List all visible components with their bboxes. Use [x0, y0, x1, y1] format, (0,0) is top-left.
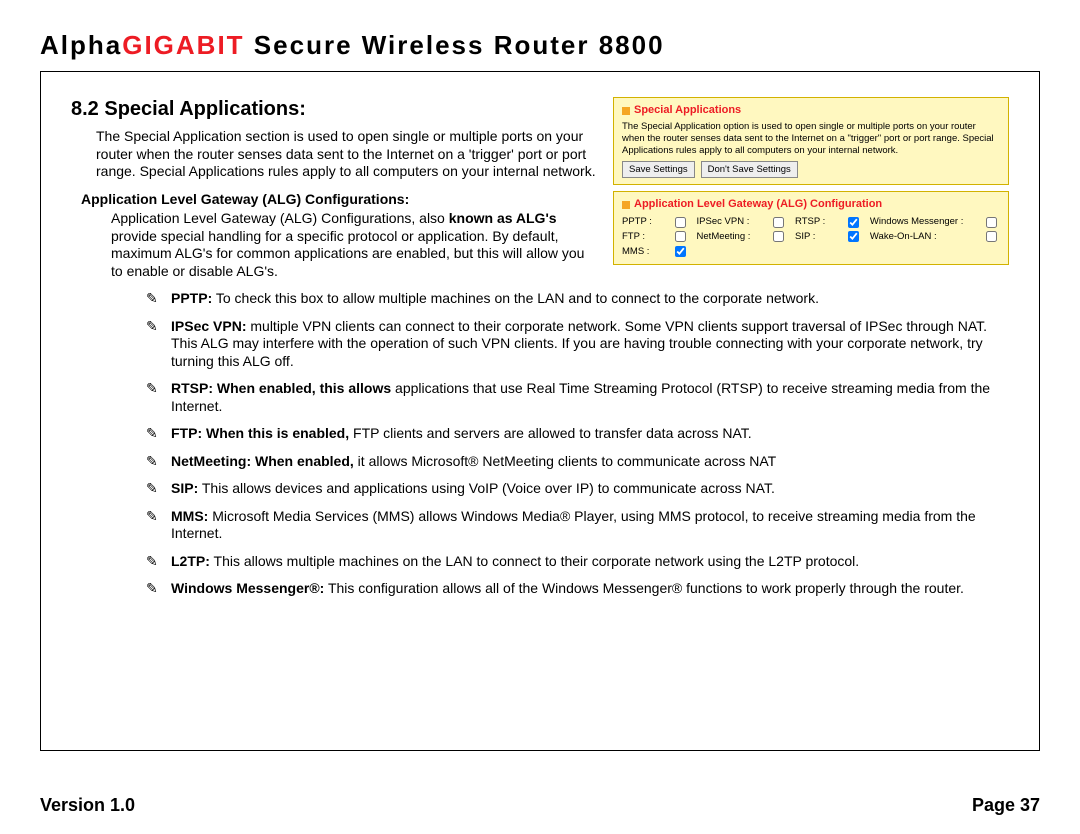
- bullet-sip-label: SIP:: [171, 480, 198, 496]
- alg-label-winmsg: Windows Messenger :: [870, 216, 978, 228]
- alg-checkbox-wol[interactable]: [986, 231, 997, 242]
- bullet-ipsec: IPSec VPN: multiple VPN clients can conn…: [146, 318, 1009, 371]
- bullet-ipsec-text: multiple VPN clients can connect to thei…: [171, 318, 987, 369]
- bullet-wm-label: Windows Messenger®:: [171, 580, 324, 596]
- alg-label-pptp: PPTP :: [622, 216, 667, 228]
- brand-prefix: Alpha: [40, 30, 122, 60]
- product-title: AlphaGIGABIT Secure Wireless Router 8800: [40, 30, 1040, 61]
- alg-label-wol: Wake-On-LAN :: [870, 231, 978, 243]
- page-footer: Version 1.0 Page 37: [40, 795, 1040, 816]
- bullet-sip: SIP: This allows devices and application…: [146, 480, 1009, 498]
- panel2-title: Application Level Gateway (ALG) Configur…: [622, 198, 1000, 212]
- brand-suffix: Secure Wireless Router 8800: [245, 30, 665, 60]
- bullet-pptp: PPTP: To check this box to allow multipl…: [146, 290, 1009, 308]
- panel-alg-config: Application Level Gateway (ALG) Configur…: [613, 191, 1009, 264]
- alg-checkbox-ipsec[interactable]: [773, 217, 784, 228]
- screenshot-panels: Special Applications The Special Applica…: [613, 97, 1009, 265]
- bullet-mms-label: MMS:: [171, 508, 208, 524]
- panel1-desc: The Special Application option is used t…: [622, 121, 1000, 157]
- bullet-ipsec-label: IPSec VPN:: [171, 318, 246, 334]
- alg-label-netm: NetMeeting :: [697, 231, 765, 243]
- save-settings-button[interactable]: Save Settings: [622, 161, 695, 178]
- bullet-l2tp-text: This allows multiple machines on the LAN…: [210, 553, 859, 569]
- alg-checkbox-winmsg[interactable]: [986, 217, 997, 228]
- bullet-netm-text: it allows Microsoft® NetMeeting clients …: [354, 453, 776, 469]
- bullet-ftp: FTP: When this is enabled, FTP clients a…: [146, 425, 1009, 443]
- alg-label-ipsec: IPSec VPN :: [697, 216, 765, 228]
- alg-intro-bold: known as ALG's: [449, 210, 557, 226]
- alg-checkbox-netm[interactable]: [773, 231, 784, 242]
- panel1-title: Special Applications: [622, 104, 1000, 118]
- bullet-wm-text: This configuration allows all of the Win…: [324, 580, 964, 596]
- bullet-l2tp-label: L2TP:: [171, 553, 210, 569]
- dont-save-settings-button[interactable]: Don't Save Settings: [701, 161, 798, 178]
- alg-intro-suffix: provide special handling for a specific …: [111, 228, 584, 279]
- alg-checkbox-sip[interactable]: [848, 231, 859, 242]
- alg-label-sip: SIP :: [795, 231, 840, 243]
- alg-checkbox-ftp[interactable]: [675, 231, 686, 242]
- page-number: Page 37: [972, 795, 1040, 816]
- bullet-mms-text: Microsoft Media Services (MMS) allows Wi…: [171, 508, 976, 542]
- content-frame: Special Applications The Special Applica…: [40, 71, 1040, 751]
- bullet-pptp-label: PPTP:: [171, 290, 212, 306]
- bullet-ftp-text: FTP clients and servers are allowed to t…: [349, 425, 752, 441]
- alg-checkbox-pptp[interactable]: [675, 217, 686, 228]
- bullet-sip-text: This allows devices and applications usi…: [198, 480, 775, 496]
- bullet-l2tp: L2TP: This allows multiple machines on t…: [146, 553, 1009, 571]
- panel-special-applications: Special Applications The Special Applica…: [613, 97, 1009, 185]
- alg-label-mms: MMS :: [622, 246, 667, 258]
- bullet-pptp-text: To check this box to allow multiple mach…: [212, 290, 819, 306]
- alg-label-rtsp: RTSP :: [795, 216, 840, 228]
- bullet-mms: MMS: Microsoft Media Services (MMS) allo…: [146, 508, 1009, 543]
- bullet-netm-label: NetMeeting: When enabled,: [171, 453, 354, 469]
- alg-bullet-list: PPTP: To check this box to allow multipl…: [146, 290, 1009, 598]
- bullet-ftp-label: FTP: When this is enabled,: [171, 425, 349, 441]
- bullet-rtsp-label: RTSP: When enabled, this allows: [171, 380, 391, 396]
- bullet-netmeeting: NetMeeting: When enabled, it allows Micr…: [146, 453, 1009, 471]
- bullet-winmsg: Windows Messenger®: This configuration a…: [146, 580, 1009, 598]
- alg-checkbox-mms[interactable]: [675, 246, 686, 257]
- alg-label-ftp: FTP :: [622, 231, 667, 243]
- bullet-rtsp: RTSP: When enabled, this allows applicat…: [146, 380, 1009, 415]
- version-label: Version 1.0: [40, 795, 135, 816]
- alg-checkbox-rtsp[interactable]: [848, 217, 859, 228]
- alg-intro-prefix: Application Level Gateway (ALG) Configur…: [111, 210, 449, 226]
- brand-highlight: GIGABIT: [122, 30, 244, 60]
